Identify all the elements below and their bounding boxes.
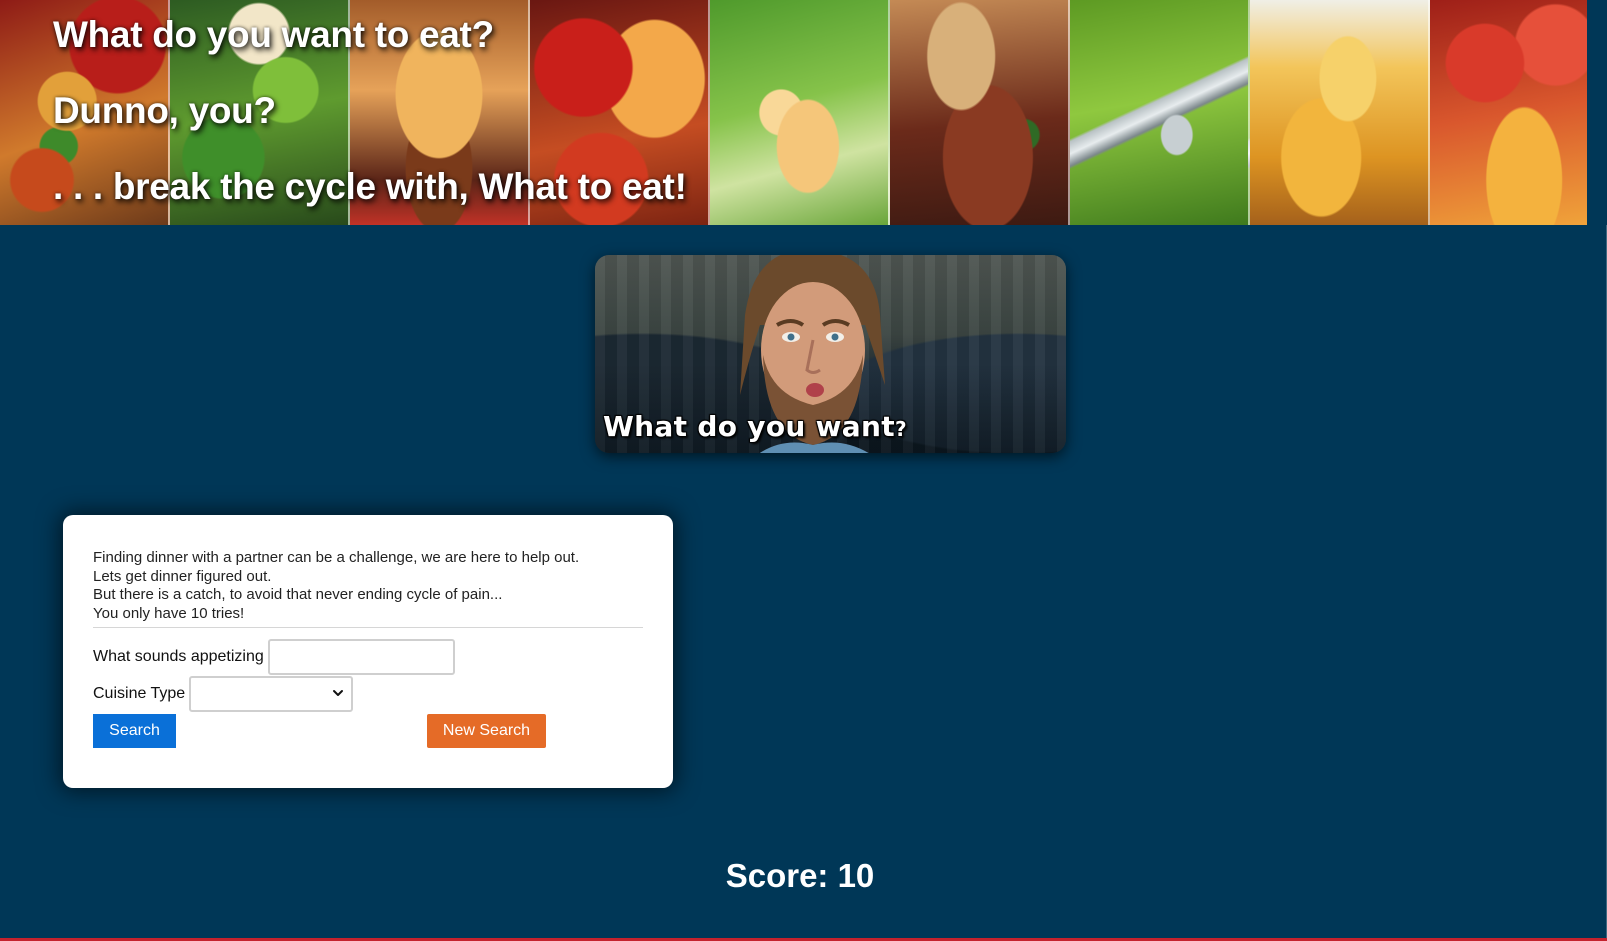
hero-heading-question: What do you want to eat? (53, 14, 494, 55)
meme-image: What do you want? (595, 255, 1066, 453)
food-strip-apples (1430, 0, 1587, 225)
meme-caption: What do you want? (603, 410, 907, 443)
chevron-down-icon (333, 689, 344, 696)
new-search-button[interactable]: New Search (427, 714, 546, 748)
score-text: Score: 10 (725, 857, 875, 894)
cuisine-row: Cuisine Type (93, 675, 643, 712)
food-strip-potatoes (1250, 0, 1430, 225)
button-row: Search New Search (93, 714, 643, 754)
intro-line: Lets get dinner figured out. (93, 567, 272, 585)
search-button[interactable]: Search (93, 714, 176, 748)
divider (93, 627, 643, 628)
intro-line: Finding dinner with a partner can be a c… (93, 549, 580, 566)
search-card: Finding dinner with a partner can be a c… (63, 515, 673, 788)
intro-text: Finding dinner with a partner can be a c… (93, 549, 643, 623)
hero-heading-reply: Dunno, you? (53, 90, 276, 131)
hero-banner: What do you want to eat? Dunno, you? . .… (0, 0, 1607, 225)
food-strip-oil (1070, 0, 1250, 225)
food-strip-steak (890, 0, 1070, 225)
appetizing-input[interactable] (267, 638, 455, 675)
cuisine-label: Cuisine Type (93, 684, 186, 702)
hero-heading-tagline: . . . break the cycle with, What to eat! (53, 166, 687, 207)
score-display: Score: 10 (0, 857, 1600, 895)
food-strip-pasta (710, 0, 890, 225)
appetizing-row: What sounds appetizing (93, 638, 643, 675)
intro-line: You only have 10 tries! (93, 604, 245, 622)
intro-line: But there is a catch, to avoid that neve… (93, 586, 503, 603)
appetizing-label: What sounds appetizing (93, 647, 264, 665)
cuisine-select[interactable] (189, 675, 354, 712)
